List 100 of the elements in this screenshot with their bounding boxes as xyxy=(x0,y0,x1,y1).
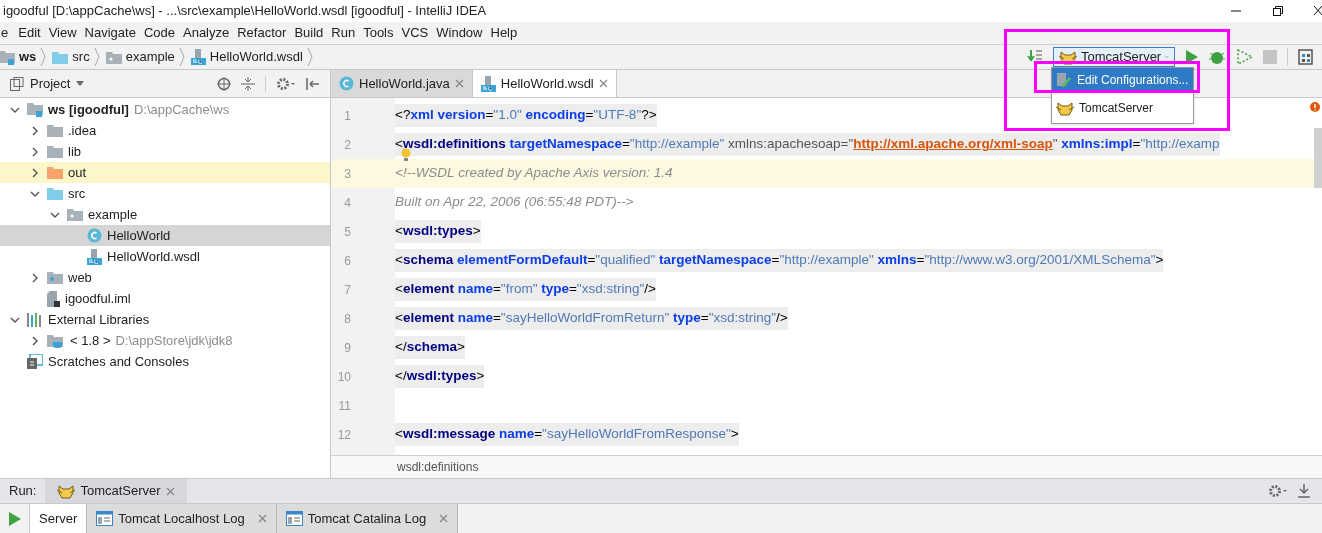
editor-breadcrumb[interactable]: wsdl:definitions xyxy=(397,458,479,476)
tree-item[interactable]: ws [igoodful] D:\appCache\ws xyxy=(0,99,330,120)
tree-item[interactable]: example xyxy=(0,204,330,225)
line-number: 5 xyxy=(343,223,351,241)
line-number: 11 xyxy=(337,397,351,415)
menu-item[interactable]: Tools xyxy=(359,23,398,43)
line-number: 12 xyxy=(336,426,351,444)
line-number: 8 xyxy=(343,310,351,328)
breadcrumb-item[interactable]: example xyxy=(101,47,187,67)
folder-icon xyxy=(47,271,63,284)
run-tab[interactable]: Tomcat Catalina Log xyxy=(276,504,459,533)
lightbulb-icon[interactable] xyxy=(401,148,411,162)
wsdl-file-icon xyxy=(87,248,102,265)
tree-item[interactable]: .idea xyxy=(0,120,330,141)
class-icon xyxy=(87,228,102,243)
minimize-panel-icon[interactable] xyxy=(1298,484,1310,498)
menu-item[interactable]: Navigate xyxy=(80,23,140,43)
module-icon xyxy=(0,49,15,65)
run-tab[interactable]: Tomcat Localhost Log xyxy=(87,504,277,533)
line-number: 7 xyxy=(343,281,351,299)
caret-icon[interactable] xyxy=(76,81,85,86)
tomcat-icon xyxy=(57,483,76,499)
wsdl-file-icon xyxy=(480,75,496,92)
log-icon xyxy=(96,511,114,526)
menu-item[interactable]: Refactor xyxy=(233,23,291,43)
settings-icon[interactable] xyxy=(1268,484,1288,498)
menu-item[interactable]: VCS xyxy=(397,23,433,43)
locate-icon[interactable] xyxy=(217,76,231,91)
libraries-icon xyxy=(27,312,43,327)
sdk-folder-icon xyxy=(47,333,65,348)
tree-item[interactable]: < 1.8 > D:\appStore\jdk\jdk8 xyxy=(0,330,330,351)
code-line: Built on Apr 22, 2006 (06:55:48 PDT)--> xyxy=(395,193,634,212)
folder-icon xyxy=(47,124,63,137)
module-icon xyxy=(27,102,43,117)
project-icon xyxy=(10,76,24,91)
wsdl-file-icon xyxy=(190,49,206,65)
breadcrumb-item[interactable]: src xyxy=(48,47,102,67)
line-number: 3 xyxy=(343,165,351,183)
menu-item[interactable]: View xyxy=(44,23,81,43)
close-icon[interactable] xyxy=(1314,5,1322,17)
menu-item[interactable]: Analyze xyxy=(179,23,234,43)
menu-item[interactable]: Help xyxy=(486,23,522,43)
separator-icon xyxy=(40,47,47,67)
edit-config-icon xyxy=(1056,72,1072,88)
folder-icon xyxy=(52,50,69,64)
folder-icon xyxy=(47,145,63,158)
line-number: 1 xyxy=(343,107,351,125)
tree-item[interactable]: Scratches and Consoles xyxy=(0,351,330,372)
menu-item[interactable]: Window xyxy=(432,23,487,43)
line-number: 10 xyxy=(336,368,351,386)
menu-item[interactable]: Edit Configurations... xyxy=(1052,68,1193,92)
line-number: 2 xyxy=(343,136,351,154)
line-number: 9 xyxy=(343,339,351,357)
tree-item[interactable]: src xyxy=(0,183,330,204)
breadcrumb-item[interactable]: HelloWorld.wsdl xyxy=(186,47,315,67)
tree-item[interactable]: HelloWorld.wsdl xyxy=(0,246,330,267)
run-icon[interactable] xyxy=(8,511,21,526)
menu-item[interactable]: Run xyxy=(327,23,360,43)
run-label: Run: xyxy=(8,482,38,501)
menu-item[interactable]: TomcatServer xyxy=(1052,96,1193,120)
class-icon xyxy=(339,76,354,91)
line-number: 6 xyxy=(343,252,351,270)
editor-tab[interactable]: HelloWorld.wsdl xyxy=(472,70,617,97)
tree-item[interactable]: External Libraries xyxy=(0,309,330,330)
editor-tab[interactable]: HelloWorld.java xyxy=(331,70,473,97)
panel-title[interactable]: Project xyxy=(30,73,71,94)
project-structure-icon[interactable] xyxy=(1298,49,1314,65)
tree-item[interactable]: igoodful.iml xyxy=(0,288,330,309)
menu-item[interactable]: Code xyxy=(139,23,179,43)
scrollbar-thumb[interactable] xyxy=(1314,128,1322,188)
separator-icon xyxy=(93,47,100,67)
separator-icon xyxy=(178,47,185,67)
tree-item[interactable]: lib xyxy=(0,141,330,162)
menu-item[interactable]: Build xyxy=(290,23,328,43)
settings-icon[interactable] xyxy=(276,76,296,91)
bug-icon[interactable] xyxy=(1209,49,1227,65)
separator-icon xyxy=(306,47,313,67)
tree-item[interactable]: HelloWorld xyxy=(0,225,330,246)
code-line: <!--WSDL created by Apache Axis version: 1.4 xyxy=(395,164,673,183)
log-icon xyxy=(285,511,303,526)
restore-icon[interactable] xyxy=(1272,5,1284,17)
run-config-tab[interactable]: TomcatServer xyxy=(45,479,187,503)
menu-item[interactable]: e xyxy=(0,23,15,43)
file-icon xyxy=(47,290,60,307)
tree-item[interactable]: web xyxy=(0,267,330,288)
window-title: igoodful [D:\appCache\ws] - ...\src\example\HelloWorld.wsdl [igoodful] - IntelliJ IDEA xyxy=(2,2,487,21)
package-icon xyxy=(105,50,122,64)
run-tab[interactable]: Server xyxy=(30,504,88,533)
tomcat-icon xyxy=(1056,100,1074,116)
hide-panel-icon[interactable] xyxy=(306,76,320,91)
breadcrumb-item[interactable]: ws xyxy=(0,47,49,67)
collapse-all-icon[interactable] xyxy=(241,76,255,91)
scratches-icon xyxy=(27,354,43,369)
coverage-icon[interactable] xyxy=(1237,49,1253,65)
line-number: 4 xyxy=(343,194,351,212)
tomcat-icon xyxy=(1059,49,1077,65)
folder-icon xyxy=(47,187,63,200)
tree-item[interactable]: out xyxy=(0,162,330,183)
menu-item[interactable]: Edit xyxy=(14,23,45,43)
package-icon xyxy=(67,208,83,221)
